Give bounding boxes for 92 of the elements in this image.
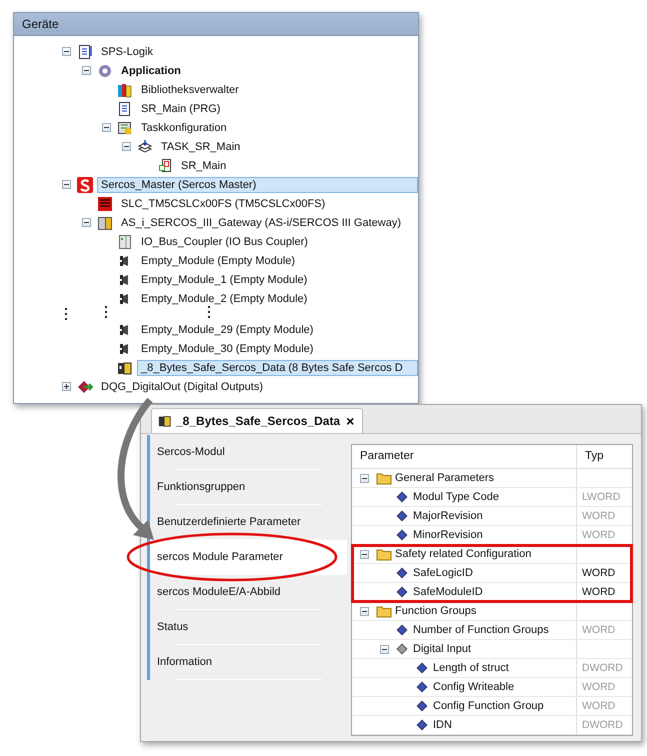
task-grid-icon (117, 120, 133, 136)
nav-item[interactable]: Sercos-Modul (147, 435, 347, 470)
diamond-icon (416, 700, 428, 712)
tree-item[interactable]: Bibliotheksverwalter (137, 82, 243, 98)
tree-item[interactable]: SR_Main (PRG) (137, 100, 224, 116)
document-icon (117, 100, 133, 116)
controller-icon (97, 196, 113, 212)
collapse-icon[interactable] (62, 180, 71, 189)
coupler-icon (117, 234, 133, 250)
type-value: LWORD (582, 491, 620, 503)
type-value: DWORD (582, 719, 623, 731)
books-icon (117, 82, 133, 98)
parameter-name: Number of Function Groups (413, 624, 549, 636)
nav-item[interactable]: Information (147, 645, 347, 680)
editor-tab[interactable]: _8_Bytes_Safe_Sercos_Data × (151, 408, 364, 433)
collapse-icon[interactable] (360, 606, 369, 616)
column-header[interactable]: Parameter (352, 445, 576, 468)
parameter-name: IDN (433, 719, 452, 731)
tab-title: _8_Bytes_Safe_Sercos_Data (176, 414, 340, 428)
parameter-name: SafeModuleID (413, 586, 483, 598)
tree-item[interactable]: TASK_SR_Main (157, 138, 244, 154)
type-value: WORD (582, 567, 616, 579)
diamond-icon (396, 643, 408, 655)
type-value: WORD (582, 681, 616, 693)
collapse-icon[interactable] (380, 644, 389, 654)
ellipsis-icon (208, 306, 211, 318)
tree-item[interactable]: Empty_Module_29 (Empty Module) (137, 322, 318, 338)
parameter-name: Length of struct (433, 662, 509, 674)
tree-item[interactable]: SPS-Logik (97, 44, 157, 60)
document-icon (77, 44, 93, 60)
module-icon (158, 414, 172, 428)
type-value: WORD (582, 586, 616, 598)
group-label: Function Groups (395, 605, 476, 617)
diamond-icon (416, 681, 428, 693)
diamond-icon (396, 510, 408, 522)
diamond-icon (416, 719, 428, 731)
tree-item[interactable]: Empty_Module_1 (Empty Module) (137, 272, 312, 288)
layers-icon (137, 138, 153, 154)
type-value: WORD (582, 700, 616, 712)
collapse-icon[interactable] (82, 66, 91, 75)
tree-item[interactable]: Application (117, 62, 185, 78)
tree-item[interactable]: DQG_DigitalOut (Digital Outputs) (97, 378, 267, 394)
nav-item[interactable]: Status (147, 610, 347, 645)
type-value: WORD (582, 624, 616, 636)
ellipsis-icon (105, 306, 108, 318)
parameter-name: SafeLogicID (413, 567, 473, 579)
gateway-icon (97, 214, 113, 230)
output-icon (77, 378, 93, 394)
ellipsis-icon (65, 308, 68, 320)
expand-icon[interactable] (62, 382, 71, 391)
collapse-icon[interactable] (82, 218, 91, 227)
tree-item[interactable]: Empty_Module_2 (Empty Module) (137, 290, 312, 306)
parameter-name: Config Function Group (433, 700, 544, 712)
parameter-name: MinorRevision (413, 529, 483, 541)
tree-item[interactable]: _8_Bytes_Safe_Sercos_Data (8 Bytes Safe Sercos D (137, 360, 418, 376)
group-label: Safety related Configuration (395, 548, 532, 560)
diamond-icon (396, 529, 408, 541)
collapse-icon[interactable] (360, 474, 369, 482)
gear-icon (97, 62, 113, 78)
close-button[interactable]: × (344, 414, 356, 428)
tree-item[interactable]: SR_Main (177, 158, 230, 174)
nav-item[interactable]: sercos ModuleE/A-Abbild (147, 575, 347, 610)
nav-item[interactable]: sercos Module Parameter (147, 540, 347, 575)
collapse-icon[interactable] (122, 142, 131, 151)
diamond-icon (396, 567, 408, 579)
nav-item[interactable]: Funktionsgruppen (147, 470, 347, 505)
collapse-icon[interactable] (360, 550, 369, 558)
tree-item[interactable]: SLC_TM5CSLCx00FS (TM5CSLCx00FS) (117, 196, 330, 212)
column-header[interactable]: Typ (576, 445, 632, 468)
tree-item[interactable]: Sercos_Master (Sercos Master) (97, 176, 418, 192)
group-label: General Parameters (395, 472, 494, 484)
tree-item[interactable]: Empty_Module (Empty Module) (137, 252, 300, 268)
parameter-name: Modul Type Code (413, 491, 500, 503)
type-value: WORD (582, 529, 616, 541)
type-value: WORD (582, 510, 616, 522)
module-icon (117, 360, 133, 376)
panel-title: Geräte (14, 13, 418, 36)
collapse-icon[interactable] (102, 123, 111, 132)
diamond-icon (416, 662, 428, 674)
type-value: DWORD (582, 662, 623, 674)
tree-item[interactable]: Empty_Module_30 (Empty Module) (137, 340, 318, 356)
tree-item[interactable]: IO_Bus_Coupler (IO Bus Coupler) (137, 234, 312, 250)
block-icon (157, 158, 173, 174)
diamond-icon (396, 586, 408, 598)
diamond-icon (396, 491, 408, 503)
parameter-name: Digital Input (413, 643, 472, 655)
parameter-name: Config Writeable (433, 681, 514, 693)
tree-item[interactable]: Taskkonfiguration (137, 120, 231, 136)
diamond-icon (396, 624, 408, 636)
parameter-name: MajorRevision (413, 510, 483, 522)
collapse-icon[interactable] (62, 47, 71, 56)
tree-item[interactable]: AS_i_SERCOS_III_Gateway (AS-i/SERCOS III Gateway) (117, 214, 405, 230)
